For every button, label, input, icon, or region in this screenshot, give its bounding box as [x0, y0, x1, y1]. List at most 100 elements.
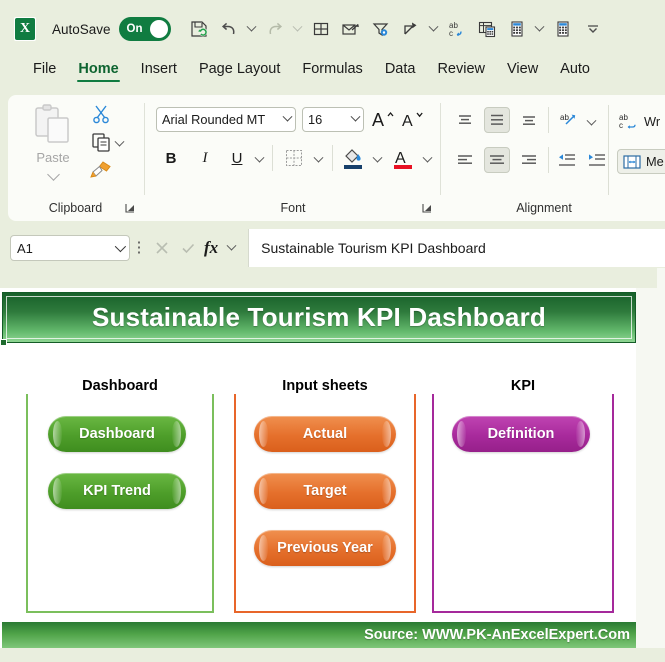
share-dropdown-chevron-icon[interactable]	[427, 16, 441, 42]
autosave-state: On	[126, 23, 143, 35]
redo-icon	[261, 15, 289, 43]
orientation-icon: ab	[560, 113, 576, 125]
dashboard-title-banner[interactable]: Sustainable Tourism KPI Dashboard	[2, 292, 636, 343]
formula-input[interactable]: Sustainable Tourism KPI Dashboard	[248, 229, 665, 267]
orientation-chevron-down-icon[interactable]	[584, 110, 598, 136]
table-grid-icon[interactable]	[307, 15, 335, 43]
paste-button[interactable]: Paste	[22, 103, 84, 189]
calculator-icon[interactable]	[503, 15, 531, 43]
autosave-toggle[interactable]: On	[118, 17, 171, 41]
borders-chevron-down-icon[interactable]	[311, 147, 325, 173]
merge-and-center-button[interactable]: Me	[617, 149, 665, 174]
paste-chevron-down-icon[interactable]	[46, 168, 60, 181]
bold-button[interactable]: B	[160, 145, 182, 171]
button-previous-year[interactable]: Previous Year	[254, 530, 396, 566]
spelling-icon[interactable]: ab c	[443, 15, 471, 43]
align-left-icon	[458, 155, 472, 164]
share-icon[interactable]	[397, 15, 425, 43]
button-actual[interactable]: Actual	[254, 416, 396, 452]
font-color-button[interactable]: A	[390, 143, 416, 173]
redo-dropdown-chevron-icon	[291, 16, 305, 42]
decrease-indent-button[interactable]	[554, 147, 580, 173]
more-options-icon[interactable]: ⋮	[130, 241, 148, 255]
svg-text:A: A	[395, 150, 406, 167]
align-right-button[interactable]	[516, 147, 542, 173]
clipboard-dialog-launcher[interactable]	[123, 201, 137, 215]
font-name-chevron-down-icon[interactable]	[279, 108, 295, 131]
panel-dashboard-title-text: Dashboard	[74, 378, 166, 394]
italic-button[interactable]: I	[194, 145, 216, 171]
ribbon-tab-bar: File Home Insert Page Layout Formulas Da…	[0, 58, 665, 92]
tab-view[interactable]: View	[496, 58, 549, 77]
increase-indent-icon	[589, 154, 605, 166]
tab-data[interactable]: Data	[374, 58, 427, 77]
tab-review[interactable]: Review	[426, 58, 496, 77]
middle-align-button[interactable]	[484, 107, 510, 133]
format-painter-button[interactable]	[88, 157, 114, 183]
save-icon[interactable]	[185, 15, 213, 43]
fill-color-chevron-down-icon[interactable]	[370, 147, 384, 173]
tab-home[interactable]: Home	[67, 58, 129, 82]
borders-button[interactable]	[281, 145, 307, 171]
align-right-icon	[522, 155, 536, 164]
button-target[interactable]: Target	[254, 473, 396, 509]
font-size-combobox[interactable]: 16	[302, 107, 364, 132]
selection-handle[interactable]	[0, 339, 7, 346]
align-left-button[interactable]	[452, 147, 478, 173]
attach-send-icon[interactable]	[337, 15, 365, 43]
cancel-icon[interactable]	[152, 237, 172, 259]
sheet-right-gutter	[636, 288, 665, 662]
alignment-separator-3	[548, 147, 549, 173]
tab-page-layout[interactable]: Page Layout	[188, 58, 291, 77]
paste-label: Paste	[36, 150, 70, 165]
underline-button[interactable]: U	[226, 145, 248, 171]
calculator-dropdown-chevron-icon[interactable]	[533, 16, 547, 42]
name-box-chevron-down-icon[interactable]	[115, 244, 123, 252]
wrap-text-button[interactable]: ab c Wr	[618, 111, 660, 131]
fill-color-icon	[344, 149, 362, 169]
orientation-button[interactable]: ab	[556, 107, 582, 133]
button-kpi-trend[interactable]: KPI Trend	[48, 473, 186, 509]
tab-formulas[interactable]: Formulas	[291, 58, 373, 77]
panel-dashboard-title: Dashboard	[26, 378, 214, 394]
font-name-value: Arial Rounded MT	[162, 112, 266, 127]
top-align-button[interactable]	[452, 107, 478, 133]
paste-icon	[35, 104, 69, 143]
increase-font-size-button[interactable]: A	[370, 105, 396, 133]
font-color-chevron-down-icon[interactable]	[420, 147, 434, 173]
tab-insert[interactable]: Insert	[130, 58, 188, 77]
undo-icon[interactable]	[215, 15, 243, 43]
customize-qat-icon[interactable]	[579, 15, 607, 43]
source-footer-band: Source: WWW.PK-AnExcelExpert.Com	[2, 622, 636, 648]
cut-button[interactable]	[88, 101, 114, 127]
fill-color-button[interactable]	[340, 143, 366, 173]
sheet-bottom-strip	[0, 648, 665, 662]
insert-function-table-icon[interactable]	[473, 15, 501, 43]
wrap-text-icon: ab c	[619, 113, 636, 130]
underline-chevron-down-icon[interactable]	[252, 147, 266, 173]
copy-button[interactable]	[88, 129, 114, 155]
calculator-alt-icon[interactable]	[549, 15, 577, 43]
confirm-icon[interactable]	[178, 237, 198, 259]
button-definition[interactable]: Definition	[452, 416, 590, 452]
filter-settings-icon[interactable]	[367, 15, 395, 43]
button-previous-year-label: Previous Year	[277, 540, 373, 556]
formula-bar: A1 ⋮ fx Sustainable Tourism KPI Dashboar…	[0, 228, 665, 268]
bottom-align-button[interactable]	[516, 107, 542, 133]
insert-function-button[interactable]: fx	[204, 238, 218, 258]
undo-dropdown-chevron-icon[interactable]	[245, 16, 259, 42]
increase-indent-button[interactable]	[584, 147, 610, 173]
font-name-combobox[interactable]: Arial Rounded MT	[156, 107, 296, 132]
button-dashboard[interactable]: Dashboard	[48, 416, 186, 452]
align-center-button[interactable]	[484, 147, 510, 173]
copy-chevron-down-icon[interactable]	[112, 131, 126, 157]
borders-icon	[286, 150, 302, 166]
panel-input-sheets-title-text: Input sheets	[274, 378, 376, 394]
formula-chevron-down-icon[interactable]	[224, 235, 238, 261]
tab-file[interactable]: File	[22, 58, 67, 77]
font-size-chevron-down-icon[interactable]	[347, 108, 363, 131]
font-dialog-launcher[interactable]	[420, 201, 434, 215]
tab-automate[interactable]: Auto	[549, 58, 601, 77]
decrease-font-size-button[interactable]: A	[400, 105, 426, 133]
name-box[interactable]: A1	[10, 235, 130, 261]
